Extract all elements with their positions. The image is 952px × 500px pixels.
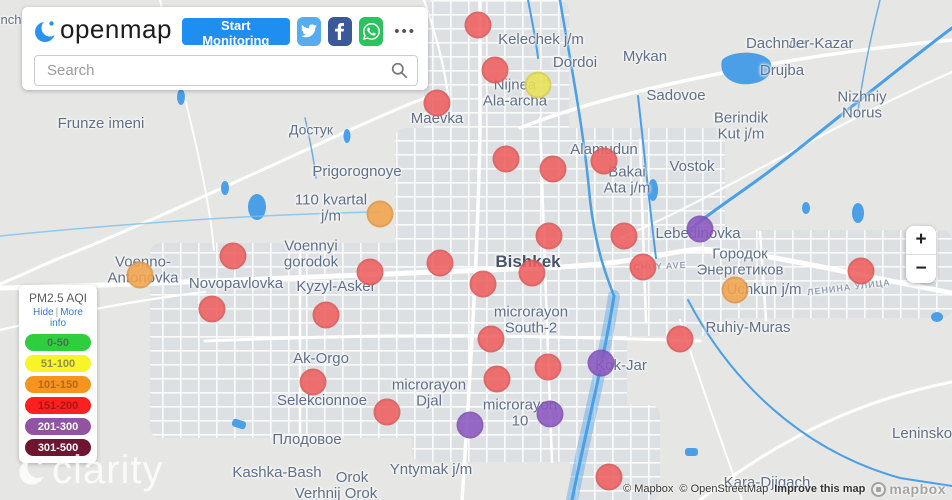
aqi-marker-red[interactable]: [539, 155, 567, 183]
twitter-icon: [300, 24, 317, 38]
aqi-marker-purple[interactable]: [536, 400, 564, 428]
mapbox-logo-text: mapbox: [889, 481, 946, 497]
aqi-marker-purple[interactable]: [587, 349, 615, 377]
aqi-marker-red[interactable]: [423, 89, 451, 117]
aqi-marker-orange[interactable]: [721, 276, 749, 304]
aqi-marker-red[interactable]: [629, 253, 657, 281]
legend-hide-link[interactable]: Hide: [33, 307, 54, 318]
aqi-marker-red[interactable]: [469, 270, 497, 298]
aqi-marker-orange[interactable]: [126, 261, 154, 289]
facebook-icon: [335, 22, 345, 40]
aqi-legend: PM2.5 AQI Hide | More info 0-50 51-100 101-1…: [19, 285, 97, 463]
aqi-marker-yellow[interactable]: [524, 71, 552, 99]
aqi-marker-orange[interactable]: [366, 200, 394, 228]
search-input[interactable]: [34, 55, 418, 86]
legend-separator: |: [55, 307, 59, 318]
improve-map-link[interactable]: Improve this map: [774, 483, 865, 495]
mapbox-attribution-link[interactable]: © Mapbox: [623, 483, 673, 495]
whatsapp-icon: [362, 22, 380, 40]
legend-ranges: 0-50 51-100 101-150 151-200 201-300 301-500: [25, 334, 91, 456]
legend-links: Hide | More info: [25, 307, 91, 329]
legend-range-0-50: 0-50: [25, 334, 91, 351]
aqi-marker-red[interactable]: [518, 259, 546, 287]
osm-attribution-link[interactable]: © OpenStreetMap: [679, 483, 768, 495]
aqi-marker-red[interactable]: [373, 398, 401, 426]
aqi-marker-red[interactable]: [483, 365, 511, 393]
legend-title: PM2.5 AQI: [28, 291, 88, 305]
aqi-marker-red[interactable]: [666, 325, 694, 353]
header-card: openmap Start Monitoring •••: [22, 7, 428, 90]
map-attribution: © Mapbox © OpenStreetMap Improve this ma…: [623, 481, 946, 497]
more-options-button[interactable]: •••: [392, 22, 418, 41]
legend-more-info-link[interactable]: More info: [50, 307, 83, 329]
aqi-marker-red[interactable]: [356, 258, 384, 286]
start-monitoring-button[interactable]: Start Monitoring: [181, 17, 290, 48]
aqi-marker-red[interactable]: [595, 463, 623, 491]
aqi-marker-red[interactable]: [535, 222, 563, 250]
zoom-out-button[interactable]: −: [906, 255, 936, 283]
aqi-marker-red[interactable]: [198, 295, 226, 323]
aqi-marker-red[interactable]: [610, 222, 638, 250]
openmap-logo[interactable]: openmap: [34, 14, 172, 45]
legend-range-301-500: 301-500: [25, 439, 91, 456]
legend-range-201-300: 201-300: [25, 418, 91, 435]
legend-range-151-200: 151-200: [25, 397, 91, 414]
mapbox-logo[interactable]: mapbox: [871, 481, 946, 497]
aqi-marker-red[interactable]: [426, 249, 454, 277]
aqi-marker-purple[interactable]: [686, 215, 714, 243]
aqi-marker-red[interactable]: [847, 257, 875, 285]
map-app: nch Kelechek j/m Dordoi Mykan Dachnoe Jer-Kaz…: [0, 0, 952, 500]
twitter-button[interactable]: [296, 16, 321, 46]
mapbox-logo-icon: [871, 481, 887, 497]
openmap-crescent-icon: [35, 21, 55, 42]
aqi-marker-red[interactable]: [312, 301, 340, 329]
aqi-marker-red[interactable]: [477, 325, 505, 353]
legend-range-101-150: 101-150: [25, 376, 91, 393]
aqi-marker-purple[interactable]: [456, 411, 484, 439]
aqi-marker-red[interactable]: [299, 368, 327, 396]
search-icon[interactable]: [391, 62, 408, 79]
logo-text: openmap: [60, 14, 172, 44]
aqi-marker-red[interactable]: [464, 11, 492, 39]
aqi-marker-red[interactable]: [219, 242, 247, 270]
aqi-marker-red[interactable]: [481, 56, 509, 84]
aqi-marker-red[interactable]: [492, 145, 520, 173]
facebook-button[interactable]: [327, 16, 353, 46]
aqi-marker-red[interactable]: [534, 353, 562, 381]
aqi-marker-red[interactable]: [590, 147, 618, 175]
whatsapp-button[interactable]: [359, 16, 384, 46]
legend-range-51-100: 51-100: [25, 355, 91, 372]
zoom-control: + −: [906, 226, 936, 283]
zoom-in-button[interactable]: +: [906, 226, 936, 254]
